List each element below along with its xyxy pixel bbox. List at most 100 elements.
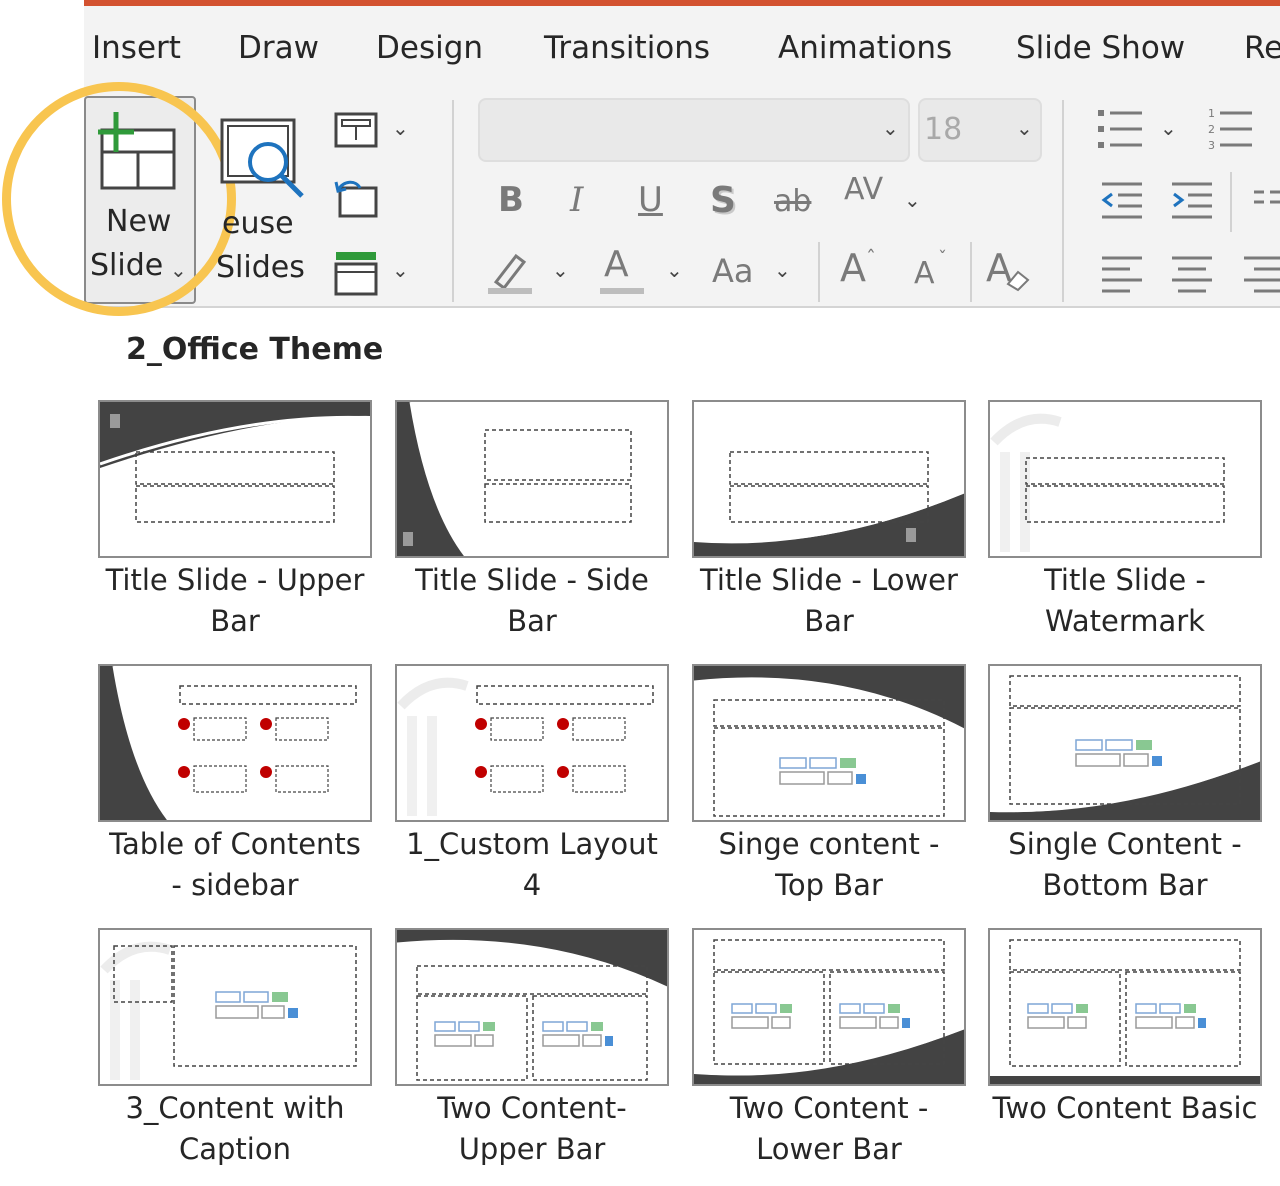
ribbon-separator xyxy=(1230,172,1232,232)
shadow-button[interactable]: S xyxy=(710,180,736,221)
font-size-value: 18 xyxy=(924,112,963,147)
numbering-icon[interactable]: 1 2 3 xyxy=(1208,106,1256,152)
layout-caption: Two Content- Upper Bar xyxy=(387,1088,677,1170)
ribbon-tab-bar: Insert Draw Design Transitions Animation… xyxy=(84,6,1280,88)
layout-caption: Single Content - Bottom Bar xyxy=(980,824,1270,906)
ribbon-separator xyxy=(818,242,820,302)
layout-caption-line: Lower Bar xyxy=(756,1132,902,1166)
change-case-button[interactable]: Aa xyxy=(712,252,754,290)
tab-review[interactable]: Re xyxy=(1244,30,1280,66)
layout-caption-line: Two Content Basic xyxy=(992,1091,1258,1125)
bold-button[interactable]: B xyxy=(498,180,524,220)
font-color-swatch xyxy=(600,288,644,294)
align-left-icon[interactable] xyxy=(1100,254,1144,294)
layout-caption-line: Upper Bar xyxy=(458,1132,606,1166)
eraser-icon xyxy=(1006,270,1030,292)
svg-text:2: 2 xyxy=(1208,123,1215,136)
layout-caption-line: Bar xyxy=(507,604,557,638)
layout-caption: 3_Content with Caption xyxy=(90,1088,380,1170)
layout-caption-line: Title Slide - xyxy=(1044,563,1206,597)
layout-thumb-two-content-upper-bar[interactable] xyxy=(395,928,669,1086)
tab-slide-show[interactable]: Slide Show xyxy=(1016,30,1185,66)
layout-caption-line: Caption xyxy=(179,1132,291,1166)
layout-thumb-custom-layout-4[interactable] xyxy=(395,664,669,822)
font-name-dropdown[interactable]: ⌄ xyxy=(478,98,910,162)
strikethrough-button[interactable]: ab xyxy=(774,184,811,219)
layout-thumb-title-side-bar[interactable] xyxy=(395,400,669,558)
decrease-indent-icon[interactable] xyxy=(1100,180,1144,220)
layout-caption: Title Slide - Side Bar xyxy=(387,560,677,642)
layout-caption: Table of Contents - sidebar xyxy=(90,824,380,906)
grow-caret-icon: ˆ xyxy=(866,246,876,270)
shrink-font-button[interactable]: A xyxy=(914,256,935,291)
layout-thumb-content-with-caption[interactable] xyxy=(98,928,372,1086)
ribbon-separator xyxy=(452,100,454,302)
align-center-icon[interactable] xyxy=(1170,254,1214,294)
layout-caption: Two Content - Lower Bar xyxy=(684,1088,974,1170)
shrink-caret-icon: ˇ xyxy=(938,248,947,269)
layout-caption-line: 3_Content with xyxy=(125,1091,345,1125)
tab-design[interactable]: Design xyxy=(376,30,483,66)
svg-text:3: 3 xyxy=(1208,139,1215,152)
highlighter-chevron-icon[interactable]: ⌄ xyxy=(552,258,569,282)
font-size-chevron-icon: ⌄ xyxy=(1016,116,1033,140)
section-chevron-icon[interactable]: ⌄ xyxy=(392,258,409,282)
align-right-icon[interactable] xyxy=(1240,254,1280,294)
highlighter-icon[interactable] xyxy=(486,248,534,296)
section-title: 2_Office Theme xyxy=(126,332,384,367)
layout-caption: Two Content Basic xyxy=(980,1088,1270,1129)
layout-caption-line: Title Slide - Upper xyxy=(105,563,365,597)
layout-caption-line: Title Slide - Lower xyxy=(700,563,958,597)
columns-icon[interactable] xyxy=(1250,186,1280,216)
bullets-chevron-icon[interactable]: ⌄ xyxy=(1160,116,1177,140)
layout-caption: Title Slide - Upper Bar xyxy=(90,560,380,642)
layout-icon[interactable] xyxy=(334,110,378,150)
tab-insert[interactable]: Insert xyxy=(92,30,181,66)
layout-thumb-title-watermark[interactable] xyxy=(988,400,1262,558)
layout-thumb-two-content-lower-bar[interactable] xyxy=(692,928,966,1086)
reuse-slides-label-1: euse xyxy=(222,206,294,241)
underline-button[interactable]: U xyxy=(638,180,663,220)
layout-caption-line: Two Content- xyxy=(437,1091,627,1125)
ribbon-separator xyxy=(1062,100,1064,302)
character-spacing-button[interactable]: AV xyxy=(844,172,883,207)
layout-thumb-single-content-top-bar[interactable] xyxy=(692,664,966,822)
font-name-chevron-icon: ⌄ xyxy=(882,116,899,140)
highlight-circle xyxy=(2,82,236,316)
layout-thumb-two-content-basic[interactable] xyxy=(988,928,1262,1086)
italic-button[interactable]: I xyxy=(570,180,583,220)
tab-draw[interactable]: Draw xyxy=(238,30,319,66)
layout-caption-line: Bottom Bar xyxy=(1042,868,1208,902)
layout-caption: 1_Custom Layout 4 xyxy=(387,824,677,906)
spacing-chevron-icon[interactable]: ⌄ xyxy=(904,188,921,212)
ribbon-separator xyxy=(970,242,972,302)
layout-thumb-title-lower-bar[interactable] xyxy=(692,400,966,558)
svg-text:1: 1 xyxy=(1208,107,1215,120)
reuse-slides-label-2: Slides xyxy=(216,250,305,285)
grow-font-button[interactable]: A xyxy=(840,246,866,290)
font-color-chevron-icon[interactable]: ⌄ xyxy=(666,258,683,282)
reuse-slides-button[interactable]: euse Slides xyxy=(216,110,316,300)
font-color-button[interactable]: A xyxy=(604,244,629,285)
layout-thumb-table-of-contents[interactable] xyxy=(98,664,372,822)
change-case-chevron-icon[interactable]: ⌄ xyxy=(774,258,791,282)
section-icon[interactable] xyxy=(334,250,378,296)
layout-caption-line: Watermark xyxy=(1045,604,1205,638)
layout-caption: Title Slide - Lower Bar xyxy=(684,560,974,642)
increase-indent-icon[interactable] xyxy=(1170,180,1214,220)
reuse-slides-icon xyxy=(220,118,304,198)
layout-thumb-title-upper-bar[interactable] xyxy=(98,400,372,558)
bullets-icon[interactable] xyxy=(1096,106,1146,152)
reset-icon[interactable] xyxy=(334,178,378,220)
layout-caption-line: Bar xyxy=(804,604,854,638)
layout-caption-line: 4 xyxy=(522,868,542,902)
tab-transitions[interactable]: Transitions xyxy=(544,30,710,66)
tab-animations[interactable]: Animations xyxy=(778,30,952,66)
layout-caption-line: Table of Contents xyxy=(109,827,361,861)
layout-caption-line: Top Bar xyxy=(775,868,883,902)
layout-thumb-single-content-bottom-bar[interactable] xyxy=(988,664,1262,822)
layout-caption: Singe content - Top Bar xyxy=(684,824,974,906)
layout-chevron-icon[interactable]: ⌄ xyxy=(392,116,409,140)
layout-caption-line: Single Content - xyxy=(1008,827,1242,861)
layout-caption-line: Bar xyxy=(210,604,260,638)
